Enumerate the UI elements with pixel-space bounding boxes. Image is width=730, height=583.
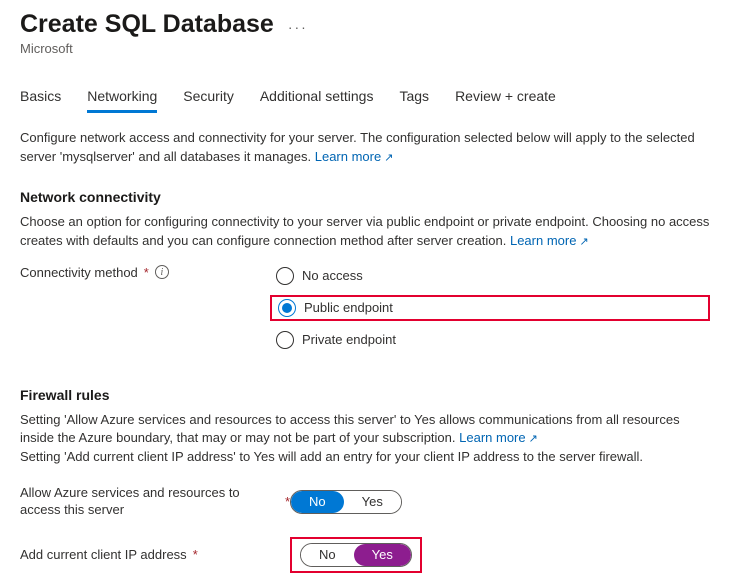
firewall-rules-heading: Firewall rules	[20, 387, 710, 403]
radio-public-endpoint-label: Public endpoint	[304, 300, 393, 315]
more-actions-icon[interactable]: ···	[288, 19, 308, 35]
connectivity-method-label: Connectivity method	[20, 265, 138, 280]
radio-no-access[interactable]: No access	[270, 265, 710, 287]
connectivity-method-radio-group: No access Public endpoint Private endpoi…	[270, 265, 710, 351]
page-subtitle: Microsoft	[20, 41, 710, 56]
firewall-learn-more-link[interactable]: Learn more	[459, 430, 538, 445]
allow-azure-yes[interactable]: Yes	[344, 491, 401, 513]
required-indicator: *	[144, 265, 149, 280]
network-connectivity-heading: Network connectivity	[20, 189, 710, 205]
info-icon[interactable]: i	[155, 265, 169, 279]
add-client-ip-toggle[interactable]: No Yes	[300, 543, 412, 567]
add-client-ip-label: Add current client IP address	[20, 547, 187, 564]
tab-review-create[interactable]: Review + create	[455, 82, 556, 112]
required-indicator: *	[193, 547, 198, 564]
radio-private-endpoint[interactable]: Private endpoint	[270, 329, 710, 351]
allow-azure-no[interactable]: No	[291, 491, 344, 513]
tab-security[interactable]: Security	[183, 82, 234, 112]
network-desc: Choose an option for configuring connect…	[20, 213, 710, 251]
network-learn-more-link[interactable]: Learn more	[510, 233, 589, 248]
intro-text: Configure network access and connectivit…	[20, 129, 710, 167]
allow-azure-label: Allow Azure services and resources to ac…	[20, 485, 279, 519]
radio-public-endpoint[interactable]: Public endpoint	[272, 297, 423, 319]
add-client-ip-no[interactable]: No	[301, 544, 354, 566]
highlight-add-client-ip: No Yes	[290, 537, 422, 573]
tab-tags[interactable]: Tags	[399, 82, 429, 112]
highlight-public-endpoint: Public endpoint	[270, 295, 710, 321]
tab-basics[interactable]: Basics	[20, 82, 61, 112]
radio-private-endpoint-label: Private endpoint	[302, 332, 396, 347]
radio-no-access-label: No access	[302, 268, 363, 283]
tab-networking[interactable]: Networking	[87, 82, 157, 113]
add-client-ip-yes[interactable]: Yes	[354, 544, 411, 566]
tab-bar: Basics Networking Security Additional se…	[20, 82, 710, 113]
intro-learn-more-link[interactable]: Learn more	[315, 149, 394, 164]
firewall-desc: Setting 'Allow Azure services and resour…	[20, 411, 710, 468]
tab-additional-settings[interactable]: Additional settings	[260, 82, 374, 112]
page-title: Create SQL Database	[20, 10, 274, 39]
allow-azure-toggle[interactable]: No Yes	[290, 490, 402, 514]
